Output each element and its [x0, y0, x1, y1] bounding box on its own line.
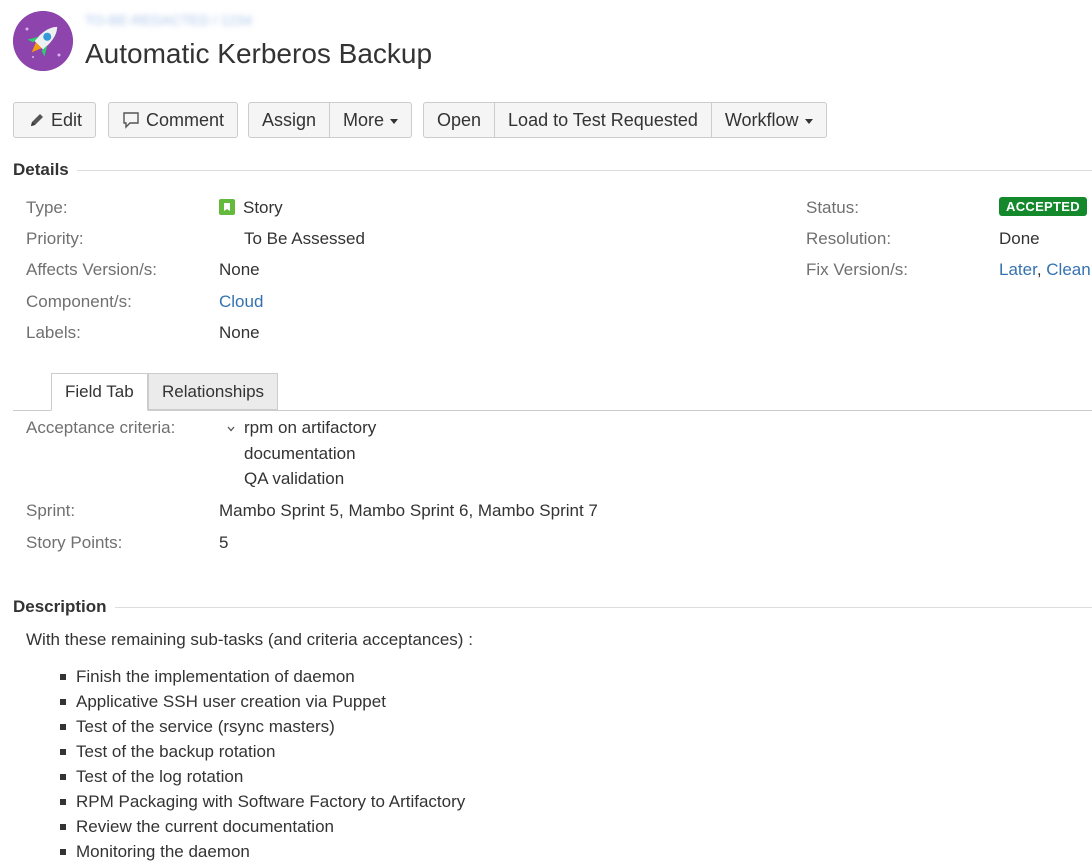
affects-version-value: None — [219, 260, 260, 279]
list-item: Monitoring the daemon — [60, 839, 465, 864]
chevron-down-icon — [804, 118, 813, 124]
breadcrumb[interactable]: TO-BE-REDACTED / 1234 — [85, 12, 252, 28]
edit-button-group: Edit — [13, 102, 97, 138]
open-button[interactable]: Open — [423, 102, 496, 138]
tabs-baseline — [13, 410, 1092, 411]
chevron-down-icon — [390, 118, 399, 124]
acceptance-item: rpm on artifactory — [244, 418, 377, 437]
bullet-icon — [60, 724, 66, 730]
story-points-label: Story Points: — [26, 533, 123, 552]
list-item-text: Finish the implementation of daemon — [76, 667, 355, 686]
bullet-icon — [60, 849, 66, 855]
type-value-text: Story — [243, 198, 283, 217]
labels-label: Labels: — [26, 323, 81, 342]
load-to-test-requested-button[interactable]: Load to Test Requested — [495, 102, 712, 138]
resolution-label: Resolution: — [806, 229, 892, 248]
fix-version-value: Later, Clean — [999, 260, 1091, 280]
list-item: Test of the service (rsync masters) — [60, 714, 465, 739]
list-item: Test of the log rotation — [60, 764, 465, 789]
comment-button-group: Comment — [108, 102, 239, 138]
fix-version-separator: , — [1036, 260, 1042, 279]
bullet-icon — [60, 674, 66, 680]
edit-button[interactable]: Edit — [13, 102, 97, 138]
type-label: Type: — [26, 198, 68, 217]
list-item-text: Test of the service (rsync masters) — [76, 717, 335, 736]
list-item: Review the current documentation — [60, 814, 465, 839]
labels-value: None — [219, 323, 260, 342]
list-item-text: Applicative SSH user creation via Puppet — [76, 692, 386, 711]
edit-label: Edit — [51, 109, 83, 130]
list-item-text: RPM Packaging with Software Factory to A… — [76, 792, 466, 811]
bullet-icon — [60, 774, 66, 780]
list-item: Test of the backup rotation — [60, 739, 465, 764]
tab-field-tab[interactable]: Field Tab — [51, 373, 148, 411]
pencil-icon — [29, 112, 45, 128]
chevron-down-icon[interactable] — [226, 421, 236, 439]
assign-label: Assign — [262, 109, 317, 130]
affects-version-label: Affects Version/s: — [26, 260, 158, 279]
workflow-dropdown-button[interactable]: Workflow — [711, 102, 827, 138]
workflow-label: Workflow — [724, 109, 799, 130]
status-badge: ACCEPTED — [999, 197, 1087, 216]
component-label: Component/s: — [26, 292, 132, 311]
more-dropdown-button[interactable]: More — [330, 102, 413, 138]
comment-button[interactable]: Comment — [108, 102, 239, 138]
bullet-icon — [60, 824, 66, 830]
speech-bubble-icon — [122, 111, 140, 129]
list-item-text: Monitoring the daemon — [76, 842, 250, 861]
details-section-heading[interactable]: Details — [13, 160, 1092, 180]
fix-version-label: Fix Version/s: — [806, 260, 909, 279]
bullet-icon — [60, 749, 66, 755]
list-item-text: Test of the backup rotation — [76, 742, 276, 761]
description-list: Finish the implementation of daemon Appl… — [60, 664, 465, 864]
bullet-icon — [60, 799, 66, 805]
tab-relationships[interactable]: Relationships — [148, 373, 279, 410]
load-to-test-label: Load to Test Requested — [508, 109, 698, 130]
story-bookmark-icon — [219, 199, 235, 215]
description-intro: With these remaining sub-tasks (and crit… — [26, 630, 473, 649]
list-item: RPM Packaging with Software Factory to A… — [60, 789, 465, 814]
list-item: Finish the implementation of daemon — [60, 664, 465, 689]
assign-more-group: Assign More — [248, 102, 413, 138]
project-avatar-rocket-icon[interactable] — [13, 11, 73, 71]
story-points-value: 5 — [219, 533, 229, 552]
description-section-heading[interactable]: Description — [13, 597, 1092, 617]
list-item-text: Test of the log rotation — [76, 767, 244, 786]
sprint-label: Sprint: — [26, 501, 76, 520]
comment-label: Comment — [146, 109, 225, 130]
acceptance-criteria-label: Acceptance criteria: — [26, 418, 176, 437]
assign-button[interactable]: Assign — [248, 102, 331, 138]
resolution-value: Done — [999, 229, 1040, 248]
status-label: Status: — [806, 198, 859, 217]
fix-version-link-clean[interactable]: Clean — [1046, 260, 1090, 279]
list-item-text: Review the current documentation — [76, 817, 334, 836]
divider — [114, 606, 1092, 608]
fix-version-link-later[interactable]: Later — [999, 260, 1037, 279]
open-label: Open — [437, 109, 482, 130]
type-value: Story — [219, 198, 283, 218]
component-link-cloud[interactable]: Cloud — [219, 292, 263, 312]
divider — [76, 169, 1092, 171]
more-label: More — [343, 109, 385, 130]
description-heading-text: Description — [13, 597, 107, 616]
bullet-icon — [60, 699, 66, 705]
sprint-value: Mambo Sprint 5, Mambo Sprint 6, Mambo Sp… — [219, 501, 598, 520]
acceptance-item: QA validation — [244, 469, 345, 488]
rocket-icon — [13, 11, 73, 71]
priority-label: Priority: — [26, 229, 84, 248]
workflow-group: Open Load to Test Requested Workflow — [423, 102, 827, 138]
details-heading-text: Details — [13, 160, 69, 179]
list-item: Applicative SSH user creation via Puppet — [60, 689, 465, 714]
acceptance-item: documentation — [244, 444, 356, 463]
page-title: Automatic Kerberos Backup — [85, 38, 433, 69]
priority-value: To Be Assessed — [244, 229, 365, 248]
